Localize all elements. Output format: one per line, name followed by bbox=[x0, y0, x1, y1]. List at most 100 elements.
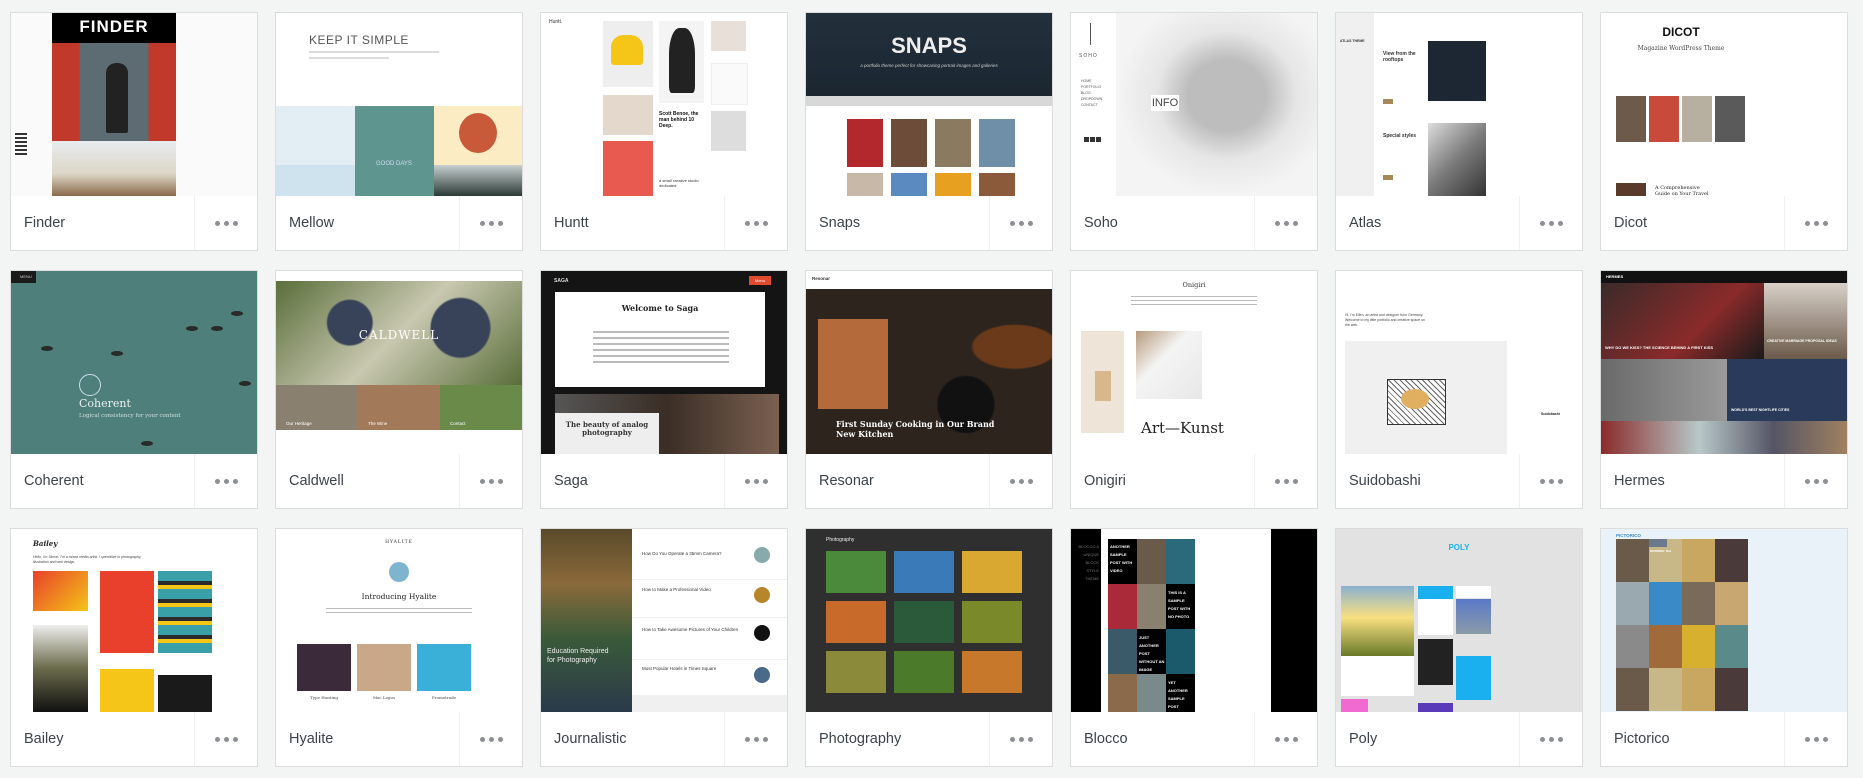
theme-card-poly[interactable]: POLY Poly bbox=[1335, 528, 1583, 767]
theme-name[interactable]: Dicot bbox=[1601, 215, 1784, 231]
more-options-button[interactable] bbox=[1254, 196, 1317, 250]
theme-card-soho[interactable]: SOHO HOME PORTFOLIO BLOG DROPDOWN CONTACT INFO… bbox=[1070, 12, 1318, 251]
more-options-button[interactable] bbox=[989, 196, 1052, 250]
gallery-image bbox=[979, 173, 1015, 196]
theme-screenshot[interactable]: POLY bbox=[1336, 529, 1582, 712]
theme-name[interactable]: Coherent bbox=[11, 473, 194, 489]
theme-card-suidobashi[interactable]: Hi, I'm Ellen, an artist and designer fr… bbox=[1335, 270, 1583, 509]
menu-line bbox=[15, 153, 27, 155]
more-options-button[interactable] bbox=[459, 196, 522, 250]
more-options-button[interactable] bbox=[1784, 454, 1847, 508]
theme-screenshot[interactable]: Onigiri Art—Kunst bbox=[1071, 271, 1317, 454]
more-options-button[interactable] bbox=[1254, 454, 1317, 508]
theme-name[interactable]: Snaps bbox=[806, 215, 989, 231]
theme-card-caldwell[interactable]: CALDWELL Our Heritage The Wine Contact Cald… bbox=[275, 270, 523, 509]
theme-card-bailey[interactable]: Bailey Hello, I'm Simon. I'm a mixed medi… bbox=[10, 528, 258, 767]
theme-screenshot[interactable]: MENU Coherent Logical consistency for your… bbox=[11, 271, 257, 454]
theme-screenshot[interactable]: PICTORICO MORNING TEA bbox=[1601, 529, 1847, 712]
more-options-button[interactable] bbox=[724, 712, 787, 766]
more-options-button[interactable] bbox=[724, 196, 787, 250]
theme-screenshot[interactable]: Photography bbox=[806, 529, 1052, 712]
theme-card-journalistic[interactable]: Education Required for Photography How Do… bbox=[540, 528, 788, 767]
theme-screenshot[interactable]: HYALITE Introducing Hyalite Type Hunting Ma… bbox=[276, 529, 522, 712]
theme-screenshot[interactable]: DICOT Magazine WordPress Theme A Comprehen… bbox=[1601, 13, 1847, 196]
theme-name[interactable]: Pictorico bbox=[1601, 731, 1784, 747]
more-options-button[interactable] bbox=[459, 712, 522, 766]
gallery-image bbox=[1682, 668, 1715, 711]
theme-name[interactable]: Bailey bbox=[11, 731, 194, 747]
thumb-text: The Wine bbox=[368, 421, 388, 426]
more-options-button[interactable] bbox=[194, 712, 257, 766]
theme-screenshot[interactable]: SOHO HOME PORTFOLIO BLOG DROPDOWN CONTACT INFO bbox=[1071, 13, 1317, 196]
theme-card-huntt[interactable]: Huntt. Scott Benoe, the man behind 10 Dee… bbox=[540, 12, 788, 251]
more-options-button[interactable] bbox=[1519, 454, 1582, 508]
more-options-button[interactable] bbox=[1519, 196, 1582, 250]
theme-name[interactable]: Hyalite bbox=[276, 731, 459, 747]
theme-screenshot[interactable]: Resonar First Sunday Cooking in Our Brand… bbox=[806, 271, 1052, 454]
theme-card-snaps[interactable]: SNAPS a portfolio theme perfect for showc… bbox=[805, 12, 1053, 251]
theme-card-onigiri[interactable]: Onigiri Art—Kunst Onigiri bbox=[1070, 270, 1318, 509]
more-options-button[interactable] bbox=[1784, 196, 1847, 250]
theme-card-photography[interactable]: Photography Photography bbox=[805, 528, 1053, 767]
ellipsis-icon bbox=[1009, 220, 1033, 226]
theme-card-hyalite[interactable]: HYALITE Introducing Hyalite Type Hunting Ma… bbox=[275, 528, 523, 767]
theme-name[interactable]: Atlas bbox=[1336, 215, 1519, 231]
theme-name[interactable]: Blocco bbox=[1071, 731, 1254, 747]
theme-screenshot[interactable]: ATLAS THEME View from the rooftops Special… bbox=[1336, 13, 1582, 196]
theme-card-coherent[interactable]: MENU Coherent Logical consistency for your… bbox=[10, 270, 258, 509]
thumb-text: WHY DO WE KISS? THE SCIENCE BEHIND A FIR… bbox=[1605, 345, 1714, 350]
more-options-button[interactable] bbox=[989, 712, 1052, 766]
theme-screenshot[interactable]: SAGA Menu Welcome to Saga The beauty of ana… bbox=[541, 271, 787, 454]
theme-card-pictorico[interactable]: PICTORICO MORNING TEA Pictorico bbox=[1600, 528, 1848, 767]
theme-name[interactable]: Onigiri bbox=[1071, 473, 1254, 489]
more-options-button[interactable] bbox=[459, 454, 522, 508]
theme-name[interactable]: Caldwell bbox=[276, 473, 459, 489]
theme-screenshot[interactable]: Bailey Hello, I'm Simon. I'm a mixed medi… bbox=[11, 529, 257, 712]
more-options-button[interactable] bbox=[1784, 712, 1847, 766]
theme-screenshot[interactable]: Hi, I'm Ellen, an artist and designer fr… bbox=[1336, 271, 1582, 454]
theme-name[interactable]: Finder bbox=[11, 215, 194, 231]
theme-name[interactable]: Poly bbox=[1336, 731, 1519, 747]
theme-screenshot[interactable]: CALDWELL Our Heritage The Wine Contact bbox=[276, 271, 522, 454]
theme-name[interactable]: Resonar bbox=[806, 473, 989, 489]
theme-screenshot[interactable]: Education Required for Photography How Do… bbox=[541, 529, 787, 712]
theme-card-dicot[interactable]: DICOT Magazine WordPress Theme A Comprehen… bbox=[1600, 12, 1848, 251]
more-options-button[interactable] bbox=[724, 454, 787, 508]
theme-card-saga[interactable]: SAGA Menu Welcome to Saga The beauty of ana… bbox=[540, 270, 788, 509]
tile bbox=[711, 21, 746, 51]
more-options-button[interactable] bbox=[1254, 712, 1317, 766]
theme-screenshot[interactable]: KEEP IT SIMPLE GOOD DAYS bbox=[276, 13, 522, 196]
gallery-image bbox=[1616, 582, 1649, 625]
thumb-text: Huntt. bbox=[549, 19, 563, 25]
theme-name[interactable]: Mellow bbox=[276, 215, 459, 231]
theme-card-blocco[interactable]: BLOCCO A UNIQUE BLOCK STYLE THEME ANOTHER… bbox=[1070, 528, 1318, 767]
theme-name[interactable]: Soho bbox=[1071, 215, 1254, 231]
theme-screenshot[interactable]: HERMES WHY DO WE KISS? THE SCIENCE BEHIND… bbox=[1601, 271, 1847, 454]
more-options-button[interactable] bbox=[989, 454, 1052, 508]
theme-card-footer: Journalistic bbox=[541, 712, 787, 766]
theme-name[interactable]: Hermes bbox=[1601, 473, 1784, 489]
theme-card-atlas[interactable]: ATLAS THEME View from the rooftops Special… bbox=[1335, 12, 1583, 251]
post-thumbnail bbox=[754, 667, 770, 683]
theme-name[interactable]: Saga bbox=[541, 473, 724, 489]
more-options-button[interactable] bbox=[1519, 712, 1582, 766]
more-options-button[interactable] bbox=[194, 454, 257, 508]
illustration bbox=[33, 571, 88, 611]
theme-screenshot[interactable]: BLOCCO A UNIQUE BLOCK STYLE THEME ANOTHER… bbox=[1071, 529, 1317, 712]
gallery-image bbox=[894, 651, 954, 693]
theme-screenshot[interactable]: SNAPS a portfolio theme perfect for showc… bbox=[806, 13, 1052, 196]
theme-name[interactable]: Photography bbox=[806, 731, 989, 747]
theme-card-hermes[interactable]: HERMES WHY DO WE KISS? THE SCIENCE BEHIND… bbox=[1600, 270, 1848, 509]
theme-name[interactable]: Huntt bbox=[541, 215, 724, 231]
ellipsis-icon bbox=[1274, 478, 1298, 484]
theme-name[interactable]: Suidobashi bbox=[1336, 473, 1519, 489]
more-options-button[interactable] bbox=[194, 196, 257, 250]
theme-screenshot[interactable]: FINDER bbox=[11, 13, 257, 196]
theme-screenshot[interactable]: Huntt. Scott Benoe, the man behind 10 Dee… bbox=[541, 13, 787, 196]
theme-card-mellow[interactable]: KEEP IT SIMPLE GOOD DAYS Mellow bbox=[275, 12, 523, 251]
thumb-text: BLOCCO A UNIQUE BLOCK STYLE THEME bbox=[1078, 544, 1099, 581]
theme-card-resonar[interactable]: Resonar First Sunday Cooking in Our Brand… bbox=[805, 270, 1053, 509]
theme-name[interactable]: Journalistic bbox=[541, 731, 724, 747]
ellipsis-icon bbox=[479, 736, 503, 742]
theme-card-finder[interactable]: FINDER Finder bbox=[10, 12, 258, 251]
